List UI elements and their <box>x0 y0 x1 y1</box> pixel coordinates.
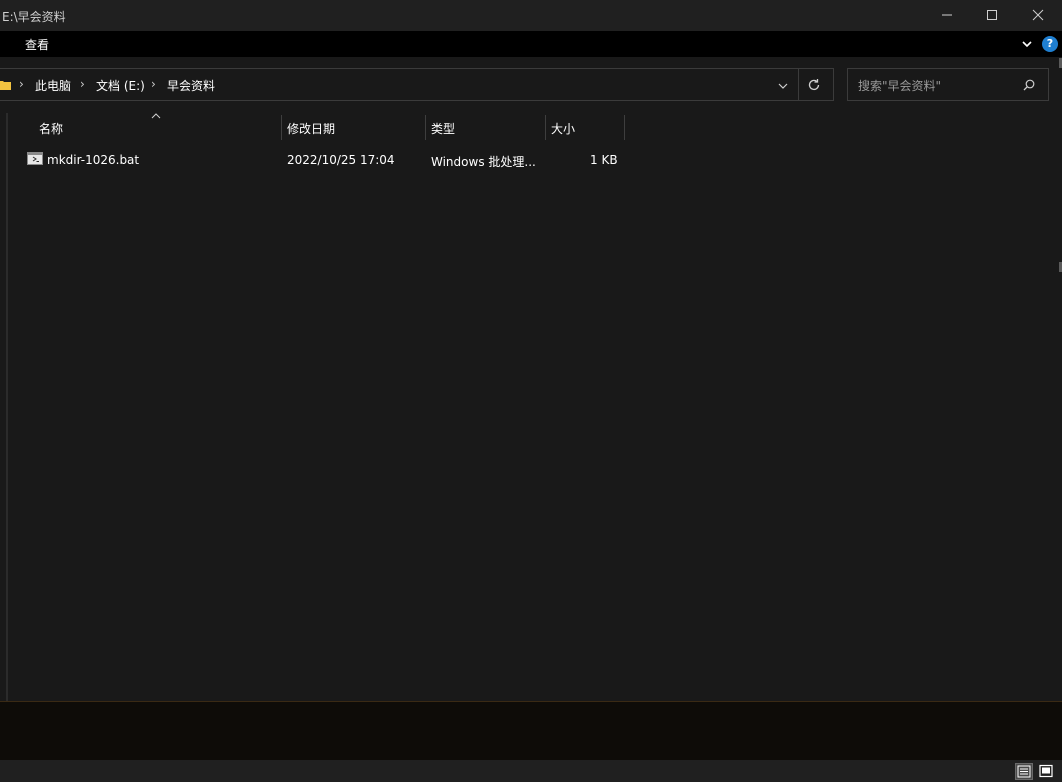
large-icons-view-icon <box>1039 764 1053 778</box>
file-explorer-window: E:\早会资料 查看 ? › 此电脑 › 文档 (E:) › 早会资料 搜索"早… <box>0 0 1062 782</box>
column-header-type[interactable]: 类型 <box>426 113 544 141</box>
folder-icon <box>0 81 11 90</box>
file-list-item[interactable]: mkdir-1026.bat 2022/10/25 17:04 Windows … <box>20 149 626 171</box>
breadcrumb-chevron-icon[interactable]: › <box>151 77 156 91</box>
batch-file-icon <box>27 152 43 165</box>
minimize-button[interactable] <box>924 0 970 31</box>
details-view-button[interactable] <box>1015 763 1033 780</box>
address-divider <box>798 69 799 100</box>
breadcrumb-drive-e[interactable]: 文档 (E:) <box>96 77 145 94</box>
details-view-icon <box>1017 765 1031 778</box>
navigation-pane-splitter[interactable] <box>6 113 8 701</box>
minimize-icon <box>942 14 952 16</box>
column-header-name[interactable]: 名称 <box>20 113 280 141</box>
breadcrumb-chevron-icon[interactable]: › <box>19 77 24 91</box>
chevron-down-icon <box>1022 41 1032 48</box>
chevron-down-icon[interactable] <box>777 81 789 91</box>
column-header-label: 名称 <box>39 122 64 136</box>
column-header-size[interactable]: 大小 <box>546 113 624 141</box>
breadcrumb-this-pc[interactable]: 此电脑 <box>35 77 71 94</box>
maximize-button[interactable] <box>969 0 1015 31</box>
ribbon-bar: 查看 ? <box>0 31 1062 57</box>
column-divider[interactable] <box>624 115 625 140</box>
column-header-label: 类型 <box>431 122 456 136</box>
file-size: 1 KB <box>590 153 618 167</box>
breadcrumb-current-folder[interactable]: 早会资料 <box>167 77 215 94</box>
close-button[interactable] <box>1015 0 1061 31</box>
status-bar <box>0 760 1062 782</box>
ribbon-expand-button[interactable] <box>1019 36 1035 52</box>
close-icon <box>1032 9 1044 21</box>
details-pane <box>0 702 1062 760</box>
breadcrumb-chevron-icon[interactable]: › <box>80 77 85 91</box>
search-icon[interactable] <box>1023 79 1035 91</box>
column-header-modified[interactable]: 修改日期 <box>282 113 424 141</box>
large-icons-view-button[interactable] <box>1037 763 1055 780</box>
refresh-icon[interactable] <box>807 78 821 92</box>
column-header-label: 修改日期 <box>287 122 336 136</box>
column-header-label: 大小 <box>551 122 576 136</box>
maximize-icon <box>987 10 997 20</box>
window-title: E:\早会资料 <box>2 10 66 24</box>
file-name[interactable]: mkdir-1026.bat <box>47 153 139 167</box>
search-box[interactable] <box>847 68 1049 101</box>
view-menu-tab[interactable]: 查看 <box>25 36 49 53</box>
file-modified-date: 2022/10/25 17:04 <box>287 153 395 167</box>
title-bar: E:\早会资料 <box>0 0 1062 31</box>
help-button[interactable]: ? <box>1042 36 1058 52</box>
search-input[interactable] <box>856 76 1020 96</box>
address-bar[interactable]: › 此电脑 › 文档 (E:) › 早会资料 <box>0 68 834 101</box>
file-type: Windows 批处理... <box>431 155 536 169</box>
